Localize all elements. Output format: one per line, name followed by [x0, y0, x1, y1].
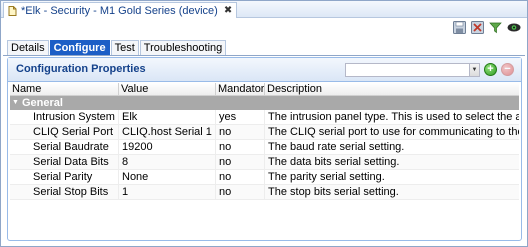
- table-row[interactable]: Serial Parity None no The parity serial …: [10, 170, 519, 185]
- property-value[interactable]: 19200: [119, 140, 216, 154]
- save-icon[interactable]: [452, 20, 467, 35]
- property-mandatory: no: [216, 185, 265, 199]
- property-description: The baud rate serial setting.: [268, 141, 405, 153]
- property-name: Serial Baudrate: [10, 140, 119, 154]
- property-value[interactable]: CLIQ.host Serial 1: [119, 125, 216, 139]
- document-icon: [8, 5, 17, 16]
- property-name: Serial Parity: [10, 170, 119, 184]
- property-value[interactable]: None: [119, 170, 216, 184]
- column-header-mandatory[interactable]: Mandatory: [216, 83, 265, 95]
- table-row[interactable]: Serial Stop Bits 1 no The stop bits seri…: [10, 185, 519, 200]
- property-name: Serial Data Bits: [10, 155, 119, 169]
- group-row-general[interactable]: ▼ General: [10, 96, 519, 110]
- property-value[interactable]: 8: [119, 155, 216, 169]
- property-mandatory: no: [216, 125, 265, 139]
- add-property-button[interactable]: +: [484, 63, 497, 76]
- property-description: The CLIQ serial port to use for communic…: [268, 126, 519, 138]
- tab-strip: Details Configure Test Troubleshooting: [7, 40, 227, 55]
- property-mandatory: no: [216, 170, 265, 184]
- property-description: The data bits serial setting.: [268, 156, 400, 168]
- tab-configure[interactable]: Configure: [49, 40, 110, 55]
- property-value[interactable]: 1: [119, 185, 216, 199]
- grid-header: Name Value Mandatory Description: [10, 83, 519, 96]
- panel-header: Configuration Properties ▼ + −: [8, 58, 521, 82]
- column-header-description[interactable]: Description: [265, 83, 519, 95]
- close-tab-icon[interactable]: ✖: [224, 5, 232, 16]
- group-label: General: [21, 97, 63, 109]
- property-value[interactable]: Elk: [119, 110, 216, 124]
- document-tab[interactable]: *Elk - Security - M1 Gold Series (device…: [3, 2, 238, 18]
- properties-grid: Name Value Mandatory Description ▼ Gener…: [10, 83, 519, 200]
- table-row[interactable]: Serial Baudrate 19200 no The baud rate s…: [10, 140, 519, 155]
- property-description: The intrusion panel type. This is used t…: [268, 111, 519, 123]
- property-mandatory: yes: [216, 110, 265, 124]
- table-row[interactable]: CLIQ Serial Port CLIQ.host Serial 1 no T…: [10, 125, 519, 140]
- device-window: *Elk - Security - M1 Gold Series (device…: [0, 0, 528, 247]
- visibility-icon[interactable]: [506, 20, 521, 35]
- collapse-icon[interactable]: ▼: [12, 96, 19, 110]
- property-name: CLIQ Serial Port: [10, 125, 119, 139]
- property-combo[interactable]: ▼: [345, 63, 480, 77]
- property-mandatory: no: [216, 155, 265, 169]
- remove-property-button[interactable]: −: [501, 63, 514, 76]
- column-header-name[interactable]: Name: [10, 83, 119, 95]
- tab-details[interactable]: Details: [7, 40, 49, 55]
- table-row[interactable]: Intrusion System Elk yes The intrusion p…: [10, 110, 519, 125]
- tab-test[interactable]: Test: [110, 40, 139, 55]
- property-description: The stop bits serial setting.: [268, 186, 399, 198]
- configuration-panel: Configuration Properties ▼ + − Name Valu…: [7, 57, 522, 241]
- tab-divider: [3, 55, 525, 56]
- window-title: *Elk - Security - M1 Gold Series (device…: [21, 4, 218, 17]
- property-name: Serial Stop Bits: [10, 185, 119, 199]
- column-header-value[interactable]: Value: [119, 83, 216, 95]
- property-name: Intrusion System: [10, 110, 119, 124]
- chevron-down-icon[interactable]: ▼: [469, 64, 479, 76]
- tab-troubleshooting[interactable]: Troubleshooting: [139, 40, 227, 55]
- title-bar: *Elk - Security - M1 Gold Series (device…: [1, 1, 527, 18]
- panel-title: Configuration Properties: [16, 63, 146, 75]
- toolbar: [452, 20, 521, 36]
- table-row[interactable]: Serial Data Bits 8 no The data bits seri…: [10, 155, 519, 170]
- property-description: The parity serial setting.: [268, 171, 385, 183]
- filter-icon[interactable]: [488, 20, 503, 35]
- save-close-icon[interactable]: [470, 20, 485, 35]
- property-mandatory: no: [216, 140, 265, 154]
